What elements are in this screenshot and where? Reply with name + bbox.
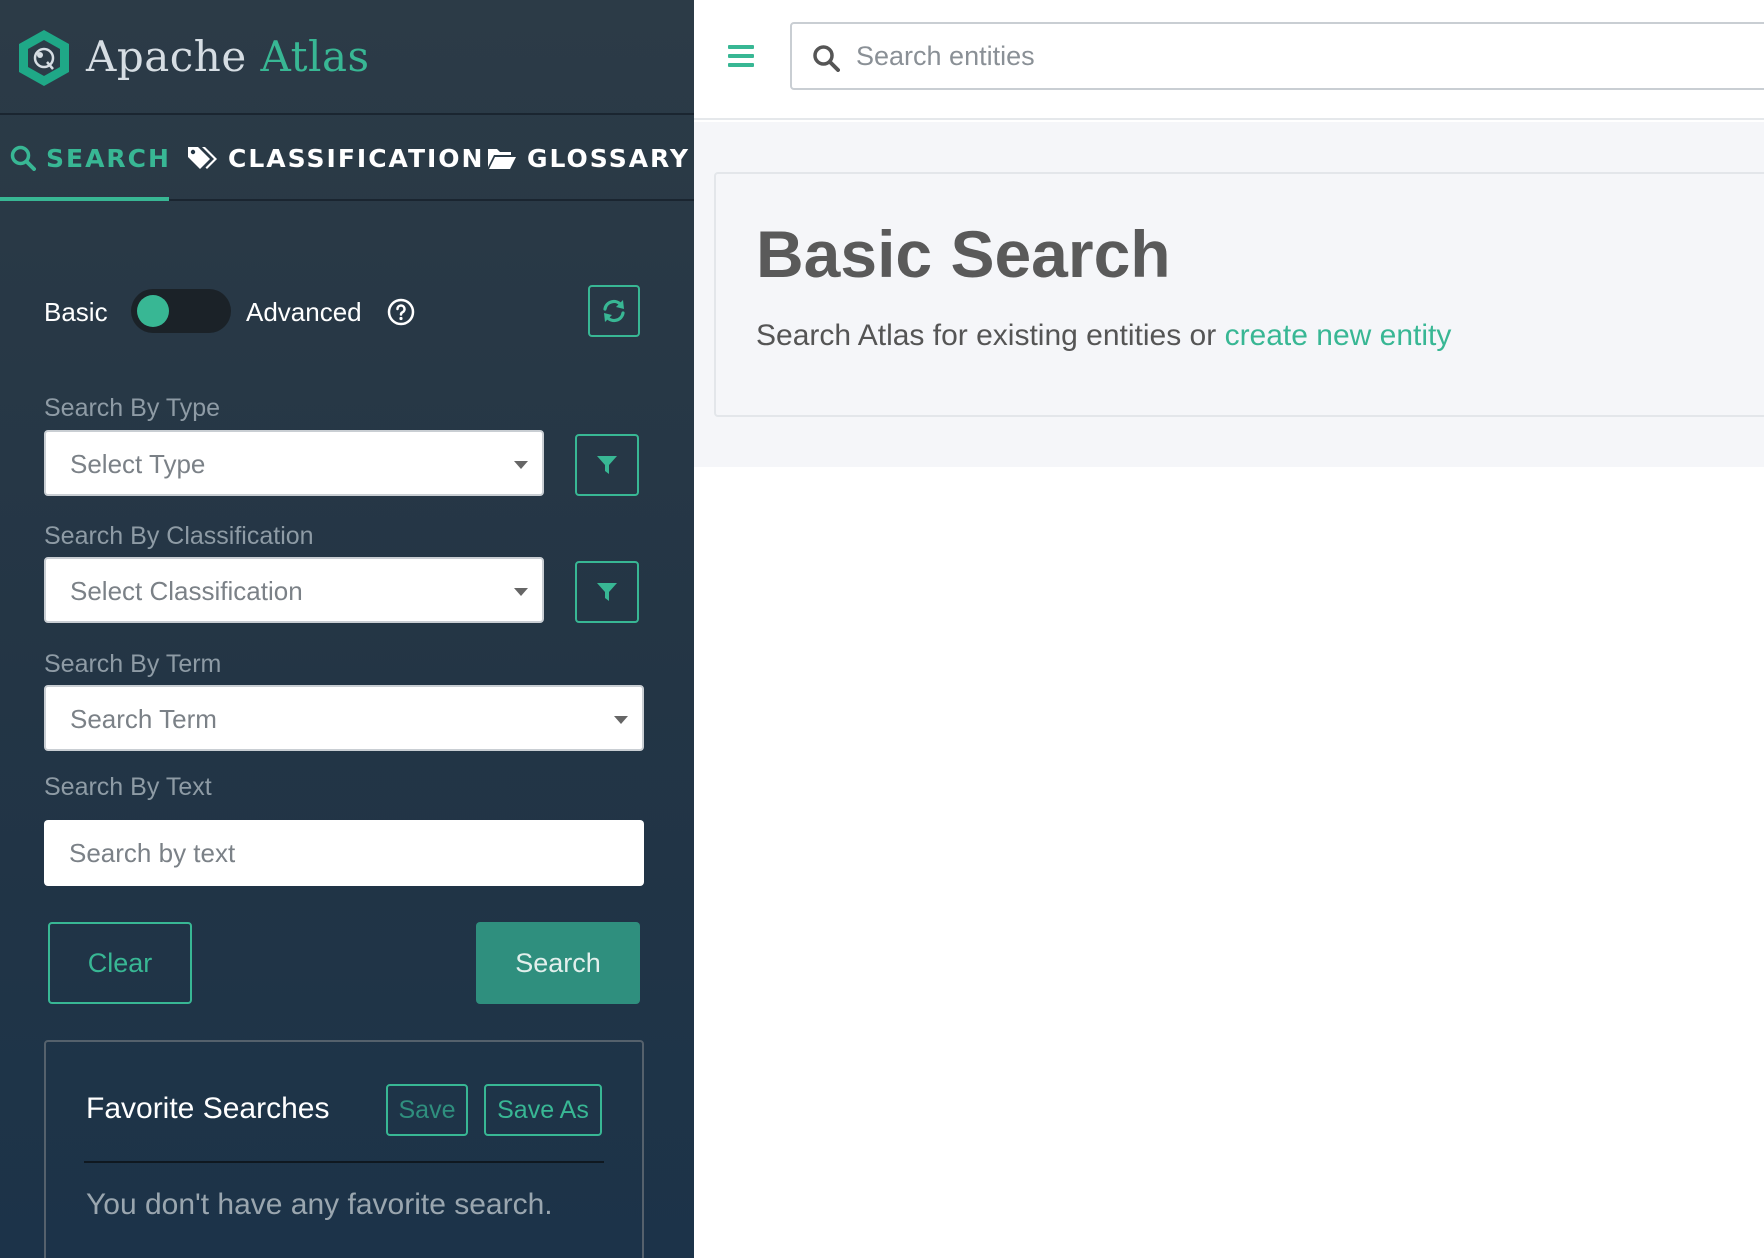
type-select[interactable]: Select Type: [44, 430, 544, 496]
filter-icon: [597, 583, 617, 601]
global-search-box[interactable]: [790, 22, 1764, 90]
search-text-input[interactable]: [44, 820, 644, 886]
favorites-empty-message: You don't have any favorite search.: [86, 1188, 553, 1221]
tags-icon: [186, 145, 218, 171]
search-by-term-label: Search By Term: [44, 650, 222, 678]
search-by-classification-label: Search By Classification: [44, 522, 314, 550]
chevron-down-icon: [614, 716, 628, 724]
favorite-searches-panel: Favorite Searches Save Save As You don't…: [44, 1040, 644, 1258]
term-select-placeholder: Search Term: [70, 704, 217, 734]
page-title: Basic Search: [756, 217, 1171, 291]
tab-classification[interactable]: CLASSIFICATION: [186, 115, 484, 201]
atlas-logo-icon: [19, 30, 69, 86]
search-by-type-label: Search By Type: [44, 394, 221, 422]
active-tab-indicator: [0, 197, 169, 201]
top-bar: [694, 0, 1764, 120]
basic-search-card: Basic Search Search Atlas for existing e…: [714, 172, 1764, 417]
advanced-mode-label: Advanced: [246, 297, 362, 327]
search-icon: [813, 45, 840, 72]
type-select-placeholder: Select Type: [70, 449, 206, 479]
hamburger-menu-icon[interactable]: [728, 45, 754, 67]
term-select[interactable]: Search Term: [44, 685, 644, 751]
search-button[interactable]: Search: [476, 922, 640, 1004]
tab-search-label: SEARCH: [46, 143, 171, 173]
favorite-save-as-button[interactable]: Save As: [484, 1084, 602, 1136]
folder-open-icon: [487, 146, 517, 170]
refresh-icon: [603, 299, 625, 323]
favorite-searches-title: Favorite Searches: [86, 1092, 330, 1125]
search-icon: [10, 145, 36, 171]
brand-name-apache: Apache: [86, 32, 247, 81]
type-filter-button[interactable]: [575, 434, 639, 496]
basic-advanced-toggle[interactable]: [131, 289, 231, 333]
tab-glossary-label: GLOSSARY: [527, 143, 691, 173]
global-search-input[interactable]: [856, 34, 1756, 78]
favorites-divider: [84, 1161, 604, 1163]
search-by-text-label: Search By Text: [44, 773, 212, 801]
subtitle-text: Search Atlas for existing entities or: [756, 319, 1225, 352]
help-circle-icon[interactable]: [387, 298, 415, 326]
tab-glossary[interactable]: GLOSSARY: [487, 115, 690, 201]
create-new-entity-link[interactable]: create new entity: [1225, 319, 1452, 352]
brand-header: Apache Atlas: [0, 0, 694, 115]
tab-search[interactable]: SEARCH: [10, 115, 171, 201]
sidebar-tabs: SEARCH CLASSIFICATION GLOSSARY: [0, 115, 694, 201]
sidebar: Apache Atlas SEARCH CLASSIFICATION GLOSS…: [0, 0, 694, 1258]
brand-title: Apache Atlas: [86, 32, 370, 81]
brand-name-atlas: Atlas: [260, 32, 370, 81]
tab-classification-label: CLASSIFICATION: [228, 143, 485, 173]
chevron-down-icon: [514, 461, 528, 469]
chevron-down-icon: [514, 588, 528, 596]
classification-select[interactable]: Select Classification: [44, 557, 544, 623]
classification-select-placeholder: Select Classification: [70, 576, 303, 606]
page-subtitle: Search Atlas for existing entities or cr…: [756, 319, 1451, 353]
basic-mode-label: Basic: [44, 297, 108, 327]
favorite-save-button[interactable]: Save: [386, 1084, 468, 1136]
clear-button[interactable]: Clear: [48, 922, 192, 1004]
toggle-knob: [137, 295, 169, 327]
classification-filter-button[interactable]: [575, 561, 639, 623]
filter-icon: [597, 456, 617, 474]
refresh-button[interactable]: [588, 285, 640, 337]
